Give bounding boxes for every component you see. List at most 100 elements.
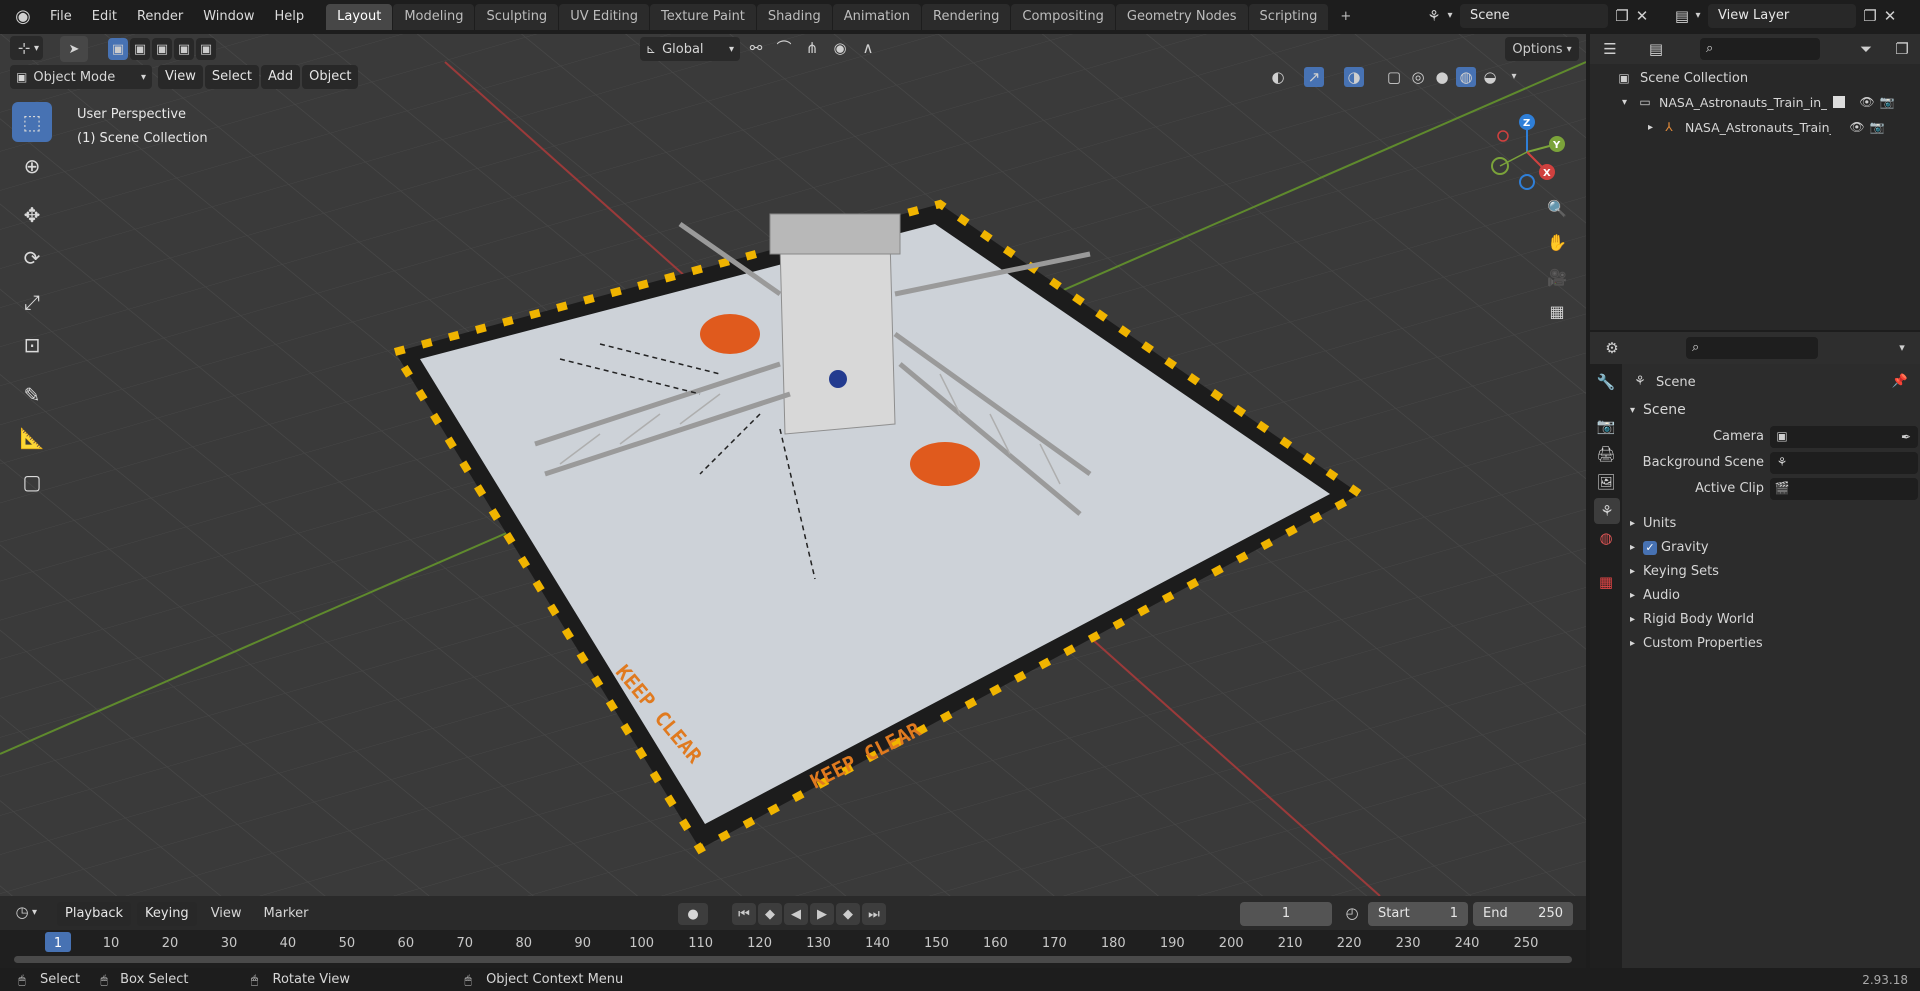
transform-orientation-dropdown[interactable]: ⊾ Global ▾ bbox=[640, 37, 740, 61]
timeline-editor-type[interactable]: ◷ ▾ bbox=[12, 902, 37, 922]
blender-logo-icon[interactable]: ◉ bbox=[10, 7, 36, 27]
jump-start-icon[interactable]: ⏮ bbox=[732, 903, 756, 925]
select-invert-icon[interactable]: ▣ bbox=[174, 38, 194, 60]
tab-uv-editing[interactable]: UV Editing bbox=[559, 4, 650, 30]
properties-search-input[interactable]: ⌕ bbox=[1686, 337, 1818, 359]
menu-file[interactable]: File bbox=[40, 0, 82, 34]
select-box-tool-icon[interactable]: ⬚ bbox=[12, 102, 52, 142]
current-frame-field[interactable]: 1 bbox=[1240, 902, 1332, 926]
scene-icon[interactable]: ⚘ bbox=[1424, 6, 1444, 26]
tab-compositing[interactable]: Compositing bbox=[1011, 4, 1115, 30]
menu-edit[interactable]: Edit bbox=[82, 0, 127, 34]
close-icon[interactable]: ✕ bbox=[1632, 6, 1652, 26]
tab-layout[interactable]: Layout bbox=[326, 4, 393, 30]
camera-render-icon[interactable]: 📷 bbox=[1867, 117, 1887, 137]
pin-icon[interactable]: 📌 bbox=[1890, 372, 1910, 392]
jump-end-icon[interactable]: ⏭ bbox=[862, 903, 886, 925]
gizmo-toggle-icon[interactable]: ↗ bbox=[1304, 67, 1324, 87]
scene-panel-header[interactable]: ▾ Scene bbox=[1630, 402, 1686, 418]
add-workspace-icon[interactable]: + bbox=[1329, 4, 1362, 30]
record-button[interactable]: ● bbox=[678, 903, 708, 925]
material-shading-icon[interactable]: ◍ bbox=[1456, 67, 1476, 87]
wireframe-shading-icon[interactable]: ◎ bbox=[1408, 67, 1428, 87]
overlay-toggle-icon[interactable]: ◑ bbox=[1344, 67, 1364, 87]
close-icon[interactable]: ✕ bbox=[1880, 6, 1900, 26]
menu-keying[interactable]: Keying bbox=[137, 902, 197, 926]
menu-help[interactable]: Help bbox=[265, 0, 315, 34]
menu-select[interactable]: Select bbox=[204, 65, 259, 89]
active-clip-field[interactable]: 🎬 bbox=[1770, 478, 1918, 500]
tool-tab-icon[interactable]: 🔧 bbox=[1596, 372, 1616, 392]
end-frame-field[interactable]: End 250 bbox=[1473, 902, 1573, 926]
measure-tool-icon[interactable]: 📐 bbox=[12, 418, 52, 458]
snap-icon[interactable]: ⌒ bbox=[774, 38, 794, 58]
view-layer-tab-icon[interactable]: 🖼 bbox=[1596, 472, 1616, 492]
options-dropdown[interactable]: Options ▾ bbox=[1505, 37, 1579, 61]
view-layer-icon[interactable]: ▤ bbox=[1672, 6, 1692, 26]
world-tab-icon[interactable]: ◍ bbox=[1596, 528, 1616, 548]
tab-shading[interactable]: Shading bbox=[756, 4, 832, 30]
xray-icon[interactable]: ▢ bbox=[1384, 67, 1404, 87]
outliner-editor-type-icon[interactable]: ☰ bbox=[1600, 39, 1620, 59]
camera-render-icon[interactable]: 📷 bbox=[1877, 92, 1897, 112]
tab-modeling[interactable]: Modeling bbox=[393, 4, 475, 30]
background-scene-field[interactable]: ⚘ bbox=[1770, 452, 1918, 474]
eyedropper-icon[interactable]: ✒ bbox=[1896, 427, 1916, 447]
menu-add[interactable]: Add bbox=[260, 65, 301, 89]
solid-shading-icon[interactable]: ● bbox=[1432, 67, 1452, 87]
outliner-search-input[interactable]: ⌕ bbox=[1700, 38, 1820, 60]
scale-tool-icon[interactable]: ⤢ bbox=[12, 282, 52, 322]
menu-view[interactable]: View bbox=[203, 902, 250, 926]
scene-name-field[interactable]: Scene bbox=[1460, 4, 1608, 28]
new-collection-icon[interactable]: ❐ bbox=[1892, 39, 1912, 59]
outliner-row-object[interactable]: ▸ ⅄ NASA_Astronauts_Train_ 👁 📷 bbox=[1590, 116, 1920, 138]
viewport-3d[interactable]: KEEP CLEAR KEEP CLEAR ⊹ ▾ ➤ ▣ ▣ ▣ ▣ ▣ ⊾ G… bbox=[0, 34, 1586, 896]
camera-view-icon[interactable]: 🎥 bbox=[1547, 268, 1567, 288]
section-audio[interactable]: ▸ Audio bbox=[1630, 588, 1680, 603]
output-tab-icon[interactable]: 🖨 bbox=[1596, 444, 1616, 464]
expand-arrow-icon[interactable]: ▾ bbox=[1622, 97, 1627, 108]
menu-window[interactable]: Window bbox=[193, 0, 264, 34]
play-icon[interactable]: ▶ bbox=[810, 903, 834, 925]
rendered-shading-icon[interactable]: ◒ bbox=[1480, 67, 1500, 87]
perspective-toggle-icon[interactable]: ▦ bbox=[1547, 302, 1567, 322]
cursor-tool-icon[interactable]: ⊕ bbox=[12, 146, 52, 186]
eye-icon[interactable]: 👁 bbox=[1857, 92, 1877, 112]
filter-icon[interactable]: ⏷ bbox=[1856, 39, 1876, 59]
prev-keyframe-icon[interactable]: ◆ bbox=[758, 903, 782, 925]
display-mode-icon[interactable]: ▤ bbox=[1646, 39, 1666, 59]
outliner-root[interactable]: ▣ Scene Collection bbox=[1614, 68, 1748, 88]
expand-arrow-icon[interactable]: ▸ bbox=[1648, 122, 1653, 133]
texture-tab-icon[interactable]: ▦ bbox=[1596, 572, 1616, 592]
tool-select-button[interactable]: ➤ bbox=[60, 36, 88, 62]
select-new-icon[interactable]: ▣ bbox=[108, 38, 128, 60]
menu-object[interactable]: Object bbox=[302, 65, 359, 89]
eye-icon[interactable]: 👁 bbox=[1847, 117, 1867, 137]
select-intersect-icon[interactable]: ▣ bbox=[196, 38, 216, 60]
chevron-down-icon[interactable]: ▾ bbox=[1444, 6, 1456, 26]
editor-type-button[interactable]: ⊹ ▾ bbox=[10, 36, 44, 60]
tab-texture-paint[interactable]: Texture Paint bbox=[650, 4, 756, 30]
menu-view[interactable]: View bbox=[158, 65, 203, 89]
navigation-gizmo[interactable]: Z Y X bbox=[1485, 112, 1575, 192]
transform-tool-icon[interactable]: ⊡ bbox=[12, 325, 52, 365]
rotate-tool-icon[interactable]: ⟳ bbox=[12, 238, 52, 278]
tab-rendering[interactable]: Rendering bbox=[922, 4, 1011, 30]
tab-geometry-nodes[interactable]: Geometry Nodes bbox=[1115, 4, 1248, 30]
menu-marker[interactable]: Marker bbox=[256, 902, 317, 926]
falloff-icon[interactable]: ∧ bbox=[858, 38, 878, 58]
include-checkbox-icon[interactable] bbox=[1833, 96, 1846, 108]
properties-editor-type-icon[interactable]: ⚙ bbox=[1602, 338, 1622, 358]
tab-scripting[interactable]: Scripting bbox=[1248, 4, 1329, 30]
menu-playback[interactable]: Playback bbox=[57, 902, 132, 926]
visibility-icon[interactable]: ◐ bbox=[1268, 67, 1288, 87]
select-extend-icon[interactable]: ▣ bbox=[130, 38, 150, 60]
render-tab-icon[interactable]: 📷 bbox=[1596, 416, 1616, 436]
start-frame-field[interactable]: Start 1 bbox=[1368, 902, 1468, 926]
outliner-row-collection[interactable]: ▾ ▭ NASA_Astronauts_Train_in_th 👁 📷 bbox=[1590, 91, 1920, 113]
tab-animation[interactable]: Animation bbox=[832, 4, 921, 30]
menu-render[interactable]: Render bbox=[127, 0, 193, 34]
annotate-tool-icon[interactable]: ✎ bbox=[12, 375, 52, 415]
next-keyframe-icon[interactable]: ◆ bbox=[836, 903, 860, 925]
mode-dropdown[interactable]: ▣ Object Mode ▾ bbox=[10, 65, 152, 89]
